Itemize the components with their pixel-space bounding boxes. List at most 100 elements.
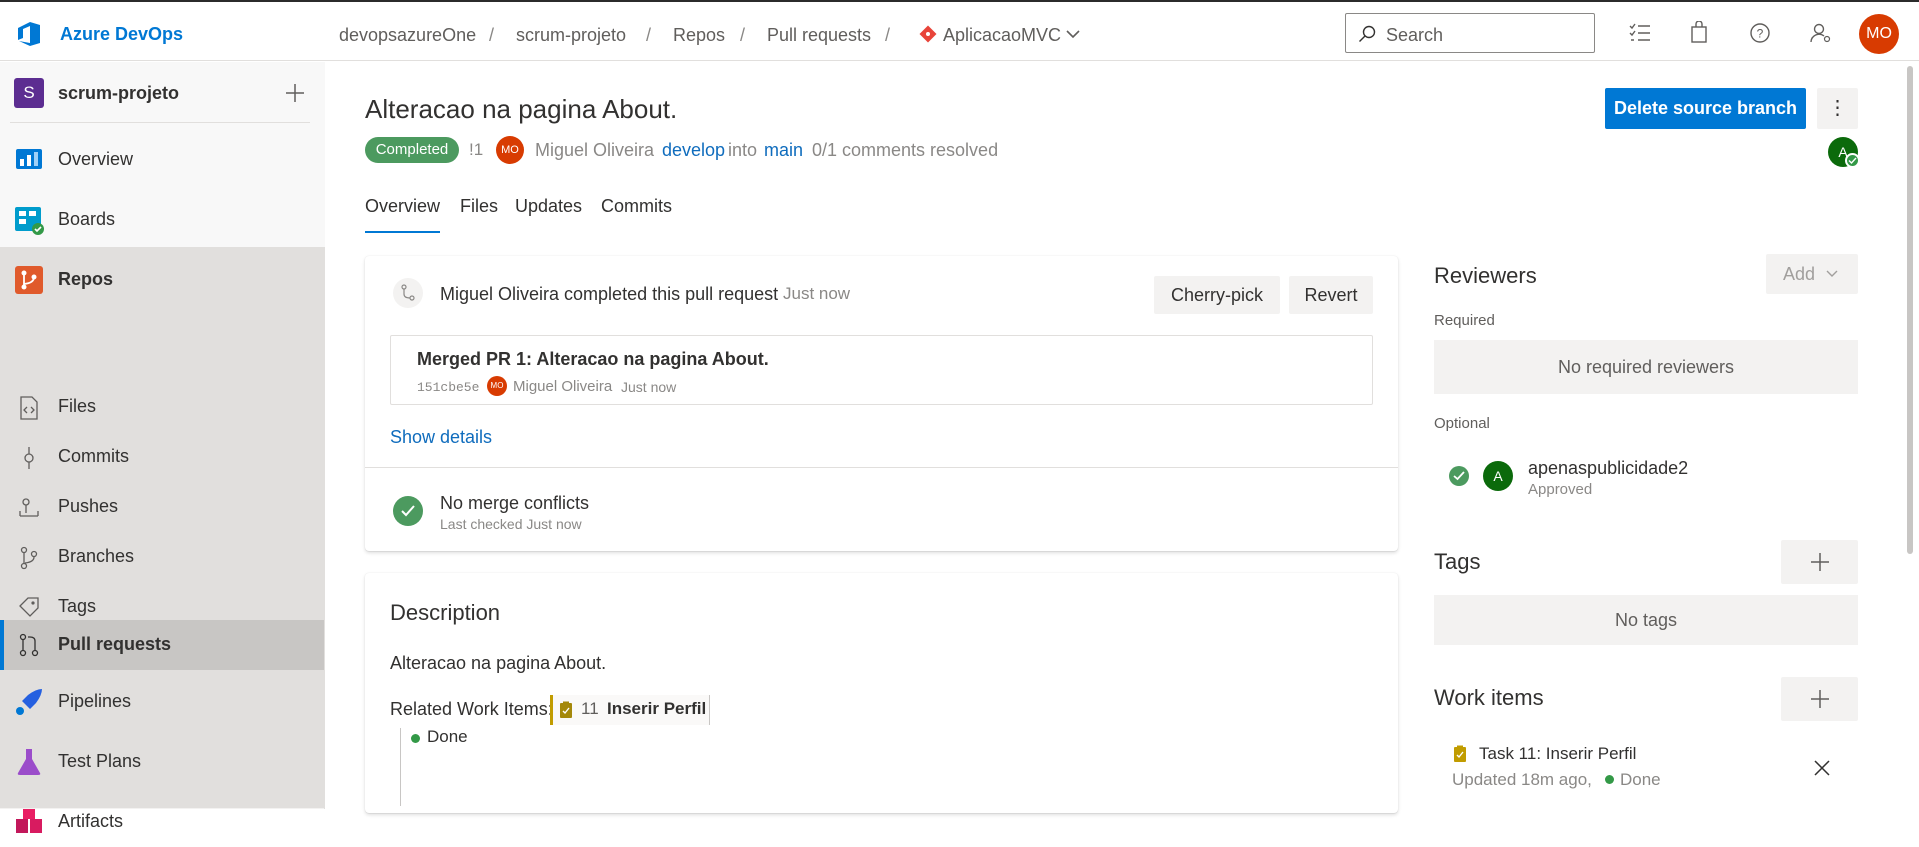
work-item-state: Done — [427, 727, 468, 746]
add-icon[interactable] — [285, 83, 305, 103]
scrollbar-thumb[interactable] — [1907, 66, 1913, 554]
state-dot-icon — [411, 734, 420, 743]
sidebar-item-label: Artifacts — [58, 811, 124, 831]
search-icon — [1359, 25, 1376, 42]
reviewer-status: Approved — [1528, 481, 1593, 498]
reviewers-heading: Reviewers — [1434, 263, 1537, 288]
merge-commit-box: Merged PR 1: Alteracao na pagina About. … — [390, 335, 1373, 405]
commit-author: Miguel Oliveira — [513, 378, 613, 395]
comments-resolved[interactable]: 0/1 comments resolved — [812, 140, 998, 161]
project-name[interactable]: scrum-projeto — [58, 83, 179, 104]
into-label: into — [728, 140, 758, 160]
svg-text:?: ? — [1757, 27, 1764, 41]
tab-commits[interactable]: Commits — [601, 196, 672, 217]
sidebar-item-label: Repos — [58, 269, 114, 289]
sidebar-item-test-plans[interactable]: Test Plans — [0, 737, 324, 787]
app-name[interactable]: Azure DevOps — [60, 24, 183, 45]
breadcrumb-organization[interactable]: devopsazureOne — [339, 25, 476, 46]
git-repo-icon — [919, 25, 937, 43]
pr-id[interactable]: !1 — [469, 140, 483, 160]
description-card: Description Alteracao na pagina About. R… — [365, 573, 1398, 813]
work-item-chip[interactable]: 11 Inserir Perfil — [550, 695, 710, 725]
sidebar-item-artifacts[interactable]: Artifacts — [0, 797, 324, 847]
task-icon — [1454, 745, 1466, 762]
commit-icon — [24, 447, 34, 469]
delete-source-branch-button[interactable]: Delete source branch — [1605, 88, 1806, 129]
sidebar-item-repos[interactable]: Repos — [0, 255, 324, 305]
revert-button[interactable]: Revert — [1289, 276, 1373, 314]
card-divider — [365, 467, 1398, 468]
sidebar-divider — [10, 122, 310, 123]
cherry-pick-button[interactable]: Cherry-pick — [1154, 276, 1280, 314]
active-tab-indicator — [365, 231, 440, 233]
tab-overview[interactable]: Overview — [365, 196, 440, 217]
commit-hash[interactable]: 151cbe5e — [417, 380, 479, 395]
chevron-down-icon — [1826, 270, 1838, 277]
author-name[interactable]: Miguel Oliveira — [535, 140, 654, 161]
shopping-bag-icon[interactable] — [1689, 21, 1709, 43]
sidebar-item-commits[interactable]: Commits — [0, 434, 324, 484]
work-item-state: Done — [1620, 770, 1661, 789]
repos-icon — [15, 266, 43, 294]
add-reviewer-button[interactable]: Add — [1766, 254, 1858, 294]
test-plans-icon — [17, 749, 41, 775]
sidebar-item-label: Branches — [58, 546, 135, 566]
add-tag-button[interactable] — [1781, 540, 1858, 584]
add-reviewer-label: Add — [1783, 264, 1816, 284]
tags-heading: Tags — [1434, 549, 1481, 574]
user-settings-icon[interactable] — [1810, 22, 1832, 44]
work-item-title: Inserir Perfil — [607, 699, 707, 718]
commit-author-avatar: MO — [487, 376, 507, 396]
help-icon[interactable]: ? — [1749, 22, 1771, 44]
more-actions-button[interactable]: ⋮ — [1817, 88, 1858, 129]
search-input[interactable]: Search — [1345, 13, 1595, 53]
sidebar-item-pipelines[interactable]: Pipelines — [0, 677, 324, 727]
sidebar-item-label: Pipelines — [58, 691, 132, 711]
tab-updates[interactable]: Updates — [515, 196, 582, 217]
commit-time: Just now — [621, 379, 677, 395]
add-icon — [1811, 553, 1829, 571]
user-avatar[interactable]: MO — [1859, 14, 1899, 54]
add-work-item-button[interactable] — [1781, 677, 1858, 721]
sidebar-item-pull-requests[interactable]: Pull requests — [0, 620, 324, 670]
sidebar-item-label: Overview — [58, 149, 134, 169]
sidebar-item-label: Files — [58, 396, 97, 416]
description-heading: Description — [390, 600, 501, 625]
sidebar-item-label: Tags — [58, 596, 97, 616]
merge-icon — [393, 278, 423, 308]
tag-icon — [19, 597, 39, 617]
sidebar-item-files[interactable]: Files — [0, 384, 324, 434]
top-bar: Azure DevOps devopsazureOne / scrum-proj… — [0, 0, 1919, 61]
artifacts-icon — [16, 809, 42, 833]
breadcrumb-separator: / — [740, 25, 746, 45]
azure-devops-logo-icon[interactable] — [16, 20, 44, 48]
sidebar-item-branches[interactable]: Branches — [0, 534, 324, 584]
breadcrumb-separator: / — [489, 25, 495, 45]
tab-files[interactable]: Files — [460, 196, 498, 217]
breadcrumb-project[interactable]: scrum-projeto — [516, 25, 626, 46]
checklist-icon[interactable] — [1629, 23, 1651, 43]
add-icon — [1811, 690, 1829, 708]
chevron-down-icon — [1066, 30, 1080, 39]
description-text: Alteracao na pagina About. — [390, 653, 607, 673]
work-item-link[interactable]: Task 11: Inserir Perfil — [1479, 744, 1636, 764]
quote-bar — [400, 728, 401, 806]
sidebar-item-pushes[interactable]: Pushes — [0, 484, 324, 534]
reviewer-name[interactable]: apenaspublicidade2 — [1528, 458, 1688, 479]
approved-check-icon — [1845, 153, 1860, 168]
sidebar-item-boards[interactable]: Boards — [0, 195, 324, 245]
repo-selector[interactable]: AplicacaoMVC — [919, 23, 1089, 49]
merge-commit-title[interactable]: Merged PR 1: Alteracao na pagina About. — [417, 349, 769, 370]
show-details-link[interactable]: Show details — [390, 427, 492, 448]
breadcrumb-pull-requests[interactable]: Pull requests — [767, 25, 871, 46]
success-check-icon — [393, 496, 423, 526]
repo-name: AplicacaoMVC — [943, 25, 1062, 45]
work-item-id: 11 — [581, 699, 599, 718]
branch-icon — [20, 546, 38, 570]
breadcrumb-repos[interactable]: Repos — [673, 25, 725, 46]
sidebar-item-label: Test Plans — [58, 751, 142, 771]
source-branch-link[interactable]: develop — [662, 140, 725, 161]
close-icon[interactable] — [1814, 760, 1830, 776]
sidebar-item-overview[interactable]: Overview — [0, 135, 324, 185]
target-branch-link[interactable]: main — [764, 140, 803, 161]
